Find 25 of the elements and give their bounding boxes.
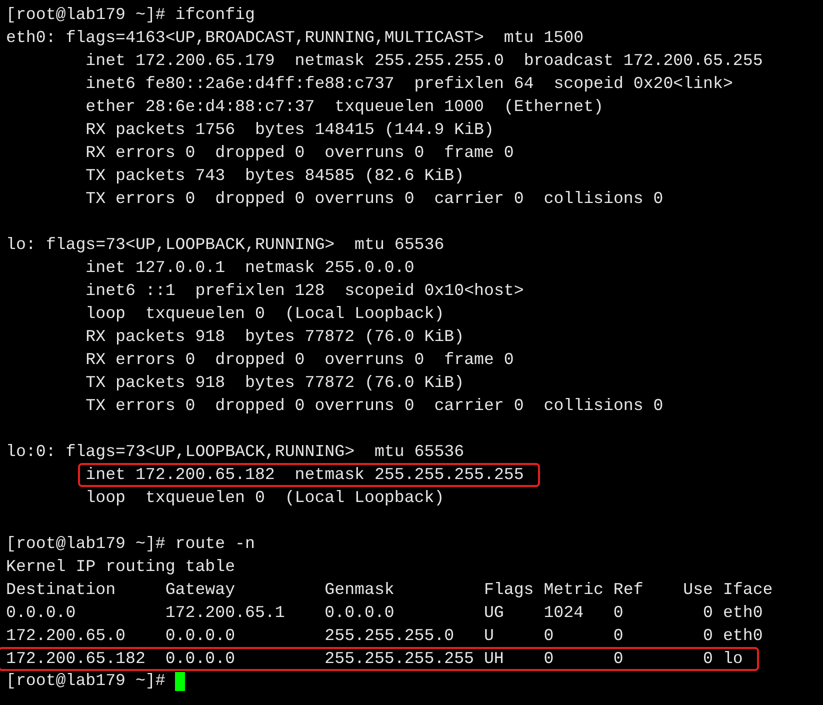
terminal-line: inet6 fe80::2a6e:d4ff:fe88:c737 prefixlen 64 scopeid 0x20<link> <box>86 73 733 95</box>
terminal-line: lo: flags=73<UP,LOOPBACK,RUNNING> mtu 65536 <box>6 234 444 256</box>
terminal-line: RX packets 918 bytes 77872 (76.0 KiB) <box>86 326 464 348</box>
terminal-line: [root@lab179 ~]# route -n <box>6 533 255 555</box>
terminal-line: TX errors 0 dropped 0 overruns 0 carrier 0 collisions 0 <box>86 395 664 417</box>
terminal-line: Destination Gateway Genmask Flags Metric Ref Use Iface <box>6 579 773 601</box>
terminal-line: TX errors 0 dropped 0 overruns 0 carrier 0 collisions 0 <box>86 188 664 210</box>
terminal-line: TX packets 743 bytes 84585 (82.6 KiB) <box>86 165 464 187</box>
terminal-line: [root@lab179 ~]# ifconfig <box>6 4 255 26</box>
terminal-line: 0.0.0.0 172.200.65.1 0.0.0.0 UG 1024 0 0 eth0 <box>6 602 763 624</box>
terminal-line: eth0: flags=4163<UP,BROADCAST,RUNNING,MULTICAST> mtu 1500 <box>6 27 584 49</box>
terminal-line: inet 127.0.0.1 netmask 255.0.0.0 <box>86 257 414 279</box>
terminal-line: RX errors 0 dropped 0 overruns 0 frame 0 <box>86 142 514 164</box>
terminal-line: RX errors 0 dropped 0 overruns 0 frame 0 <box>86 349 514 371</box>
terminal-line: loop txqueuelen 0 (Local Loopback) <box>86 487 444 509</box>
terminal-line: inet 172.200.65.179 netmask 255.255.255.0 broadcast 172.200.65.255 <box>86 50 763 72</box>
terminal-line: inet6 ::1 prefixlen 128 scopeid 0x10<host> <box>86 280 524 302</box>
terminal-line: RX packets 1756 bytes 148415 (144.9 KiB) <box>86 119 494 141</box>
command-prompt: [root@lab179 ~]# <box>6 670 166 692</box>
terminal-line: lo:0: flags=73<UP,LOOPBACK,RUNNING> mtu 65536 <box>6 441 464 463</box>
terminal-line: 172.200.65.0 0.0.0.0 255.255.255.0 U 0 0 0 eth0 <box>6 625 763 647</box>
terminal-line: ether 28:6e:d4:88:c7:37 txqueuelen 1000 (Ethernet) <box>86 96 604 118</box>
terminal-line: Kernel IP routing table <box>6 556 236 578</box>
terminal-line: TX packets 918 bytes 77872 (76.0 KiB) <box>86 372 464 394</box>
terminal-line: loop txqueuelen 0 (Local Loopback) <box>86 303 444 325</box>
